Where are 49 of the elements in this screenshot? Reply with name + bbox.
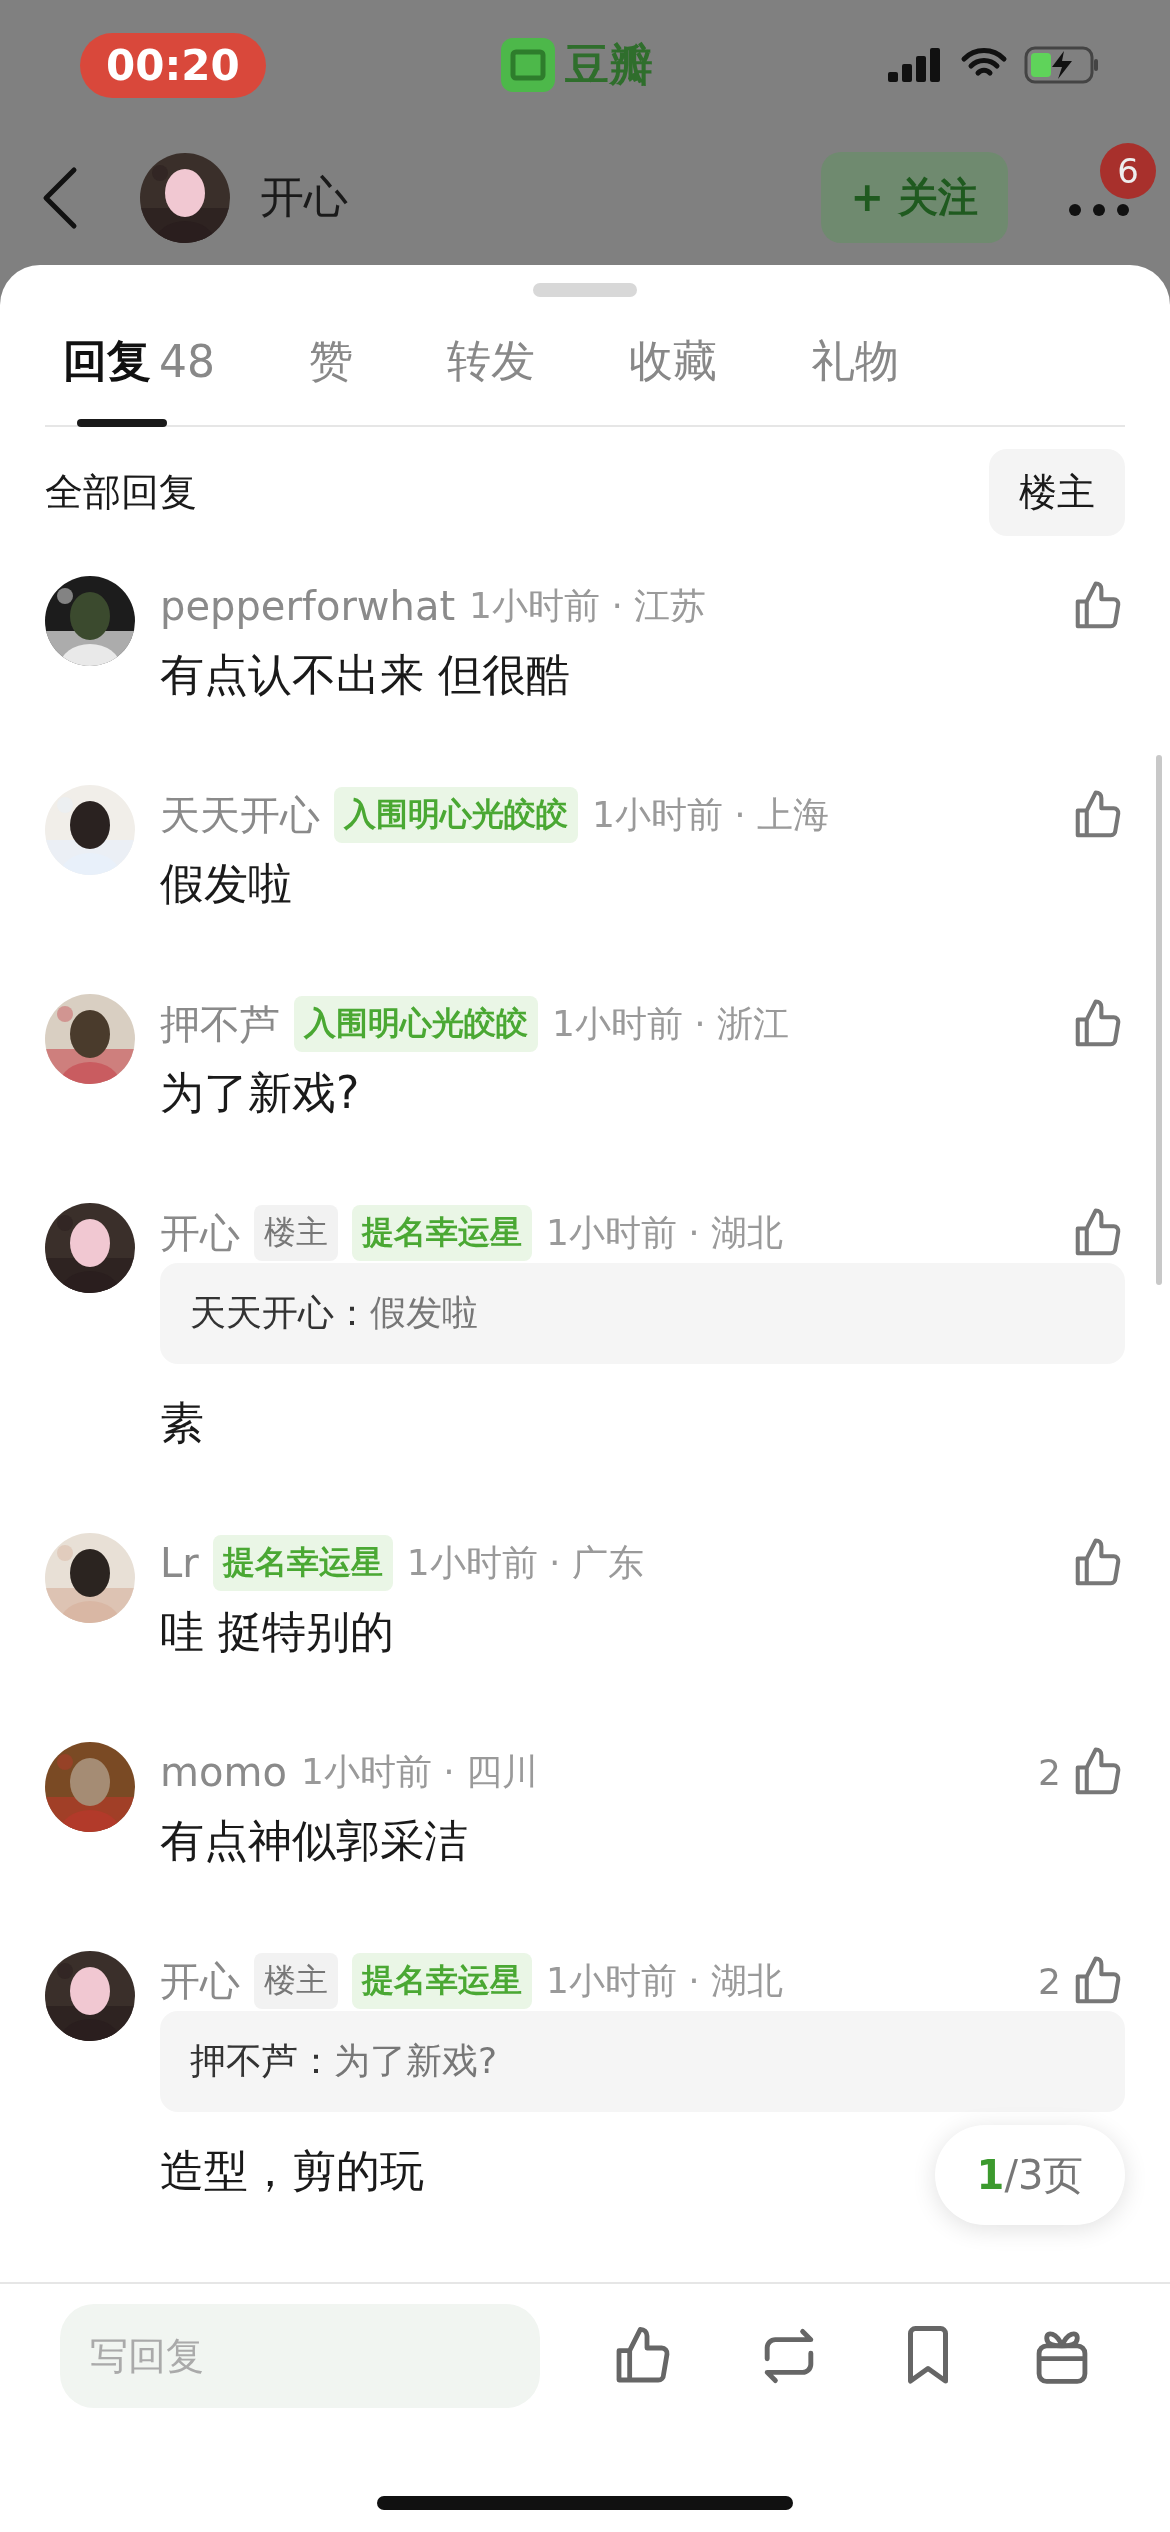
like-count: 2 bbox=[1038, 1751, 1061, 1793]
award-tag: 入围明心光皎皎 bbox=[334, 787, 578, 843]
commenter-name[interactable]: 开心 bbox=[160, 1205, 240, 1261]
comment-meta: 1小时前 · 湖北 bbox=[546, 1958, 784, 2003]
more-button[interactable] bbox=[1068, 202, 1130, 217]
tab[interactable]: 回复 48 bbox=[45, 297, 237, 425]
award-tag: 入围明心光皎皎 bbox=[294, 996, 538, 1052]
comment-meta: 1小时前 · 四川 bbox=[300, 1749, 539, 1794]
tab[interactable]: 转发 bbox=[425, 297, 557, 425]
op-tag: 楼主 bbox=[254, 1953, 338, 2009]
op-tag: 楼主 bbox=[254, 1205, 338, 1261]
comment-text: 为了新戏? bbox=[160, 1066, 360, 1120]
award-tag: 提名幸运星 bbox=[352, 1953, 532, 2009]
comment-meta: 1小时前 · 江苏 bbox=[469, 583, 707, 628]
commenter-name[interactable]: 天天开心 bbox=[160, 787, 320, 843]
tab[interactable]: 收藏 bbox=[607, 297, 739, 425]
like-count: 2 bbox=[1038, 1960, 1061, 2002]
commenter-name[interactable]: pepperforwhat bbox=[160, 583, 456, 629]
commenter-name[interactable]: 押不芦 bbox=[160, 996, 280, 1052]
follow-button[interactable]: + 关注 bbox=[820, 152, 1008, 243]
award-tag: 提名幸运星 bbox=[212, 1535, 393, 1591]
comment-meta: 1小时前 · 上海 bbox=[592, 792, 830, 837]
battery-icon bbox=[1024, 46, 1100, 84]
page-indicator[interactable]: 1/3页 bbox=[935, 2125, 1125, 2225]
comment-text: 有点认不出来 但很酷 bbox=[160, 648, 570, 702]
app-name: 豆瓣 bbox=[564, 37, 653, 92]
commenter-name[interactable]: momo bbox=[160, 1749, 287, 1795]
commenter-name[interactable]: Lr bbox=[160, 1540, 199, 1586]
tab[interactable]: 礼物 bbox=[789, 297, 921, 425]
quoted-reply: 押不芦：为了新戏? bbox=[160, 2011, 1125, 2112]
drag-handle[interactable] bbox=[533, 283, 637, 297]
comment-text: 造型，剪的玩 bbox=[160, 2144, 424, 2198]
award-tag: 提名幸运星 bbox=[352, 1205, 532, 1261]
quoted-reply: 天天开心：假发啦 bbox=[160, 1263, 1125, 1364]
reply-input[interactable]: 写回复 bbox=[60, 2304, 540, 2408]
app-logo-icon bbox=[500, 38, 555, 92]
comment-text: 假发啦 bbox=[160, 857, 292, 911]
comment-meta: 1小时前 · 广东 bbox=[406, 1540, 644, 1585]
user-name: 开心 bbox=[260, 170, 348, 224]
comment-meta: 1小时前 · 浙江 bbox=[552, 1001, 790, 1046]
notification-badge: 6 bbox=[1100, 142, 1156, 199]
comment-text: 哇 挺特别的 bbox=[160, 1605, 394, 1659]
recording-time: 00:20 bbox=[80, 32, 266, 98]
comment-meta: 1小时前 · 湖北 bbox=[546, 1210, 784, 1255]
commenter-name[interactable]: 开心 bbox=[160, 1953, 240, 2009]
section-title: 全部回复 bbox=[45, 469, 197, 516]
comment-text: 有点神似郭采洁 bbox=[160, 1814, 468, 1868]
comment-text: 素 bbox=[160, 1396, 204, 1450]
op-filter-button[interactable]: 楼主 bbox=[989, 449, 1125, 536]
